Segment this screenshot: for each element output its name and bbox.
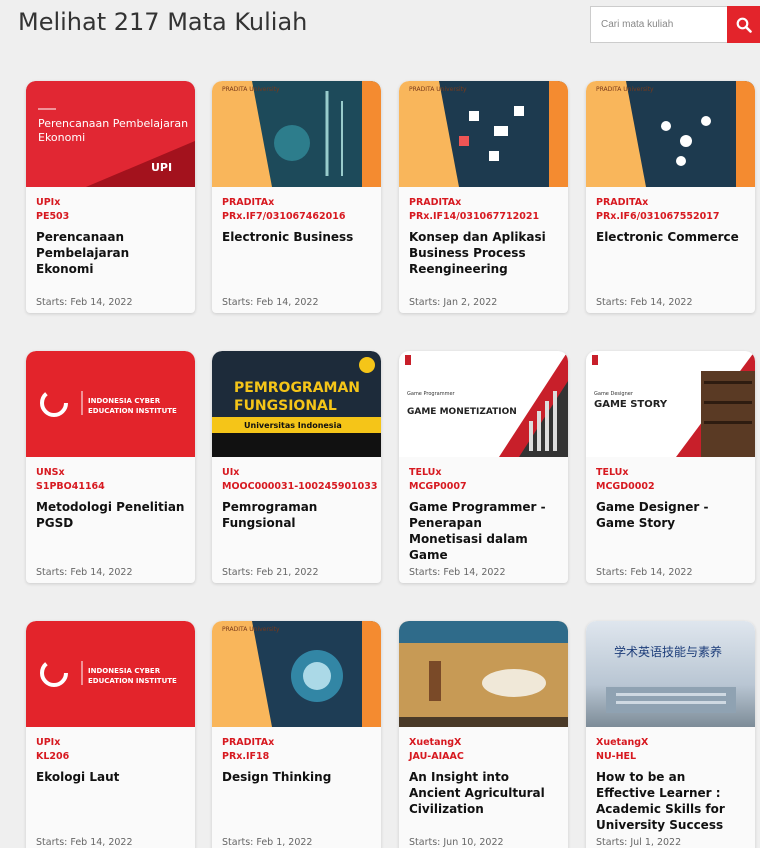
course-code: PRx.IF14/031067712021 [409,211,540,222]
thumbnail-small-text: Game Programmer [407,391,455,397]
pradita-logo: PRADITA University [222,86,280,93]
course-org: UNSx [36,467,65,478]
course-start-date: Starts: Jun 10, 2022 [409,837,504,848]
course-card[interactable]: Game Designer GAME STORY TELUx MCGD0002 … [586,351,755,583]
page-title: Melihat 217 Mata Kuliah [18,8,308,36]
course-code: PE503 [36,211,70,222]
course-org: PRADITAx [596,197,649,208]
course-thumbnail: Game Designer GAME STORY [586,351,755,457]
course-start-date: Starts: Jan 2, 2022 [409,297,498,308]
course-org: UIx [222,467,240,478]
course-card[interactable]: Perencanaan Pembelajaran Ekonomi UPI UPI… [26,81,195,313]
course-title[interactable]: Game Designer - Game Story [596,499,745,531]
course-thumbnail: INDONESIA CYBER EDUCATION INSTITUTE [26,621,195,727]
course-thumbnail: PRADITA University [212,81,381,187]
course-thumbnail [399,621,568,727]
course-start-date: Starts: Feb 21, 2022 [222,567,319,578]
course-org: TELUx [596,467,629,478]
course-thumbnail: 学术英语技能与素养 [586,621,755,727]
pradita-logo: PRADITA University [596,86,654,93]
course-title[interactable]: How to be an Effective Learner : Academi… [596,769,745,833]
course-card[interactable]: PEMROGRAMAN FUNGSIONAL Universitas Indon… [212,351,381,583]
course-code: MCGD0002 [596,481,655,492]
course-title[interactable]: Pemrograman Fungsional [222,499,371,531]
course-start-date: Starts: Jul 1, 2022 [596,837,682,848]
course-org: TELUx [409,467,442,478]
course-org: XuetangX [596,737,649,748]
course-title[interactable]: Electronic Commerce [596,229,745,245]
course-start-date: Starts: Feb 14, 2022 [222,297,319,308]
course-card[interactable]: PRADITA University PRADITAx PRx.IF18 Des… [212,621,381,848]
thumbnail-title: GAME STORY [594,399,668,410]
course-thumbnail: INDONESIA CYBER EDUCATION INSTITUTE [26,351,195,457]
course-title[interactable]: Ekologi Laut [36,769,185,785]
course-card[interactable]: PRADITA University PRADITAx PRx.IF7/0310… [212,81,381,313]
course-code: S1PBO41164 [36,481,105,492]
course-card[interactable]: XuetangX JAU-AIAAC An Insight into Ancie… [399,621,568,848]
course-title[interactable]: Electronic Business [222,229,371,245]
thumbnail-title: Perencanaan Pembelajaran Ekonomi [38,117,189,144]
course-title[interactable]: Game Programmer - Penerapan Monetisasi d… [409,499,558,563]
course-thumbnail: PRADITA University [212,621,381,727]
course-start-date: Starts: Feb 14, 2022 [409,567,506,578]
course-code: PRx.IF7/031067462016 [222,211,346,222]
course-card[interactable]: 学术英语技能与素养 XuetangX NU-HEL How to be an E… [586,621,755,848]
course-title[interactable]: Metodologi Penelitian PGSD [36,499,185,531]
pradita-logo: PRADITA University [222,626,280,633]
course-thumbnail: Perencanaan Pembelajaran Ekonomi UPI [26,81,195,187]
pradita-logo: PRADITA University [409,86,467,93]
header: Melihat 217 Mata Kuliah [0,0,760,50]
course-title[interactable]: Konsep dan Aplikasi Business Process Ree… [409,229,558,277]
course-card[interactable]: PRADITA University PRADITAx PRx.IF14/031… [399,81,568,313]
course-title[interactable]: Perencanaan Pembelajaran Ekonomi [36,229,185,277]
course-thumbnail: PEMROGRAMAN FUNGSIONAL Universitas Indon… [212,351,381,457]
course-thumbnail: Game Programmer GAME MONETIZATION [399,351,568,457]
course-code: NU-HEL [596,751,637,762]
course-code: MOOC000031-100245901033 [222,481,378,492]
course-title[interactable]: An Insight into Ancient Agricultural Civ… [409,769,558,817]
course-code: KL206 [36,751,70,762]
course-start-date: Starts: Feb 14, 2022 [596,567,693,578]
course-org: XuetangX [409,737,462,748]
thumbnail-small-text: Game Designer [594,391,633,397]
search-button[interactable] [727,6,760,43]
course-card[interactable]: INDONESIA CYBER EDUCATION INSTITUTE UPIx… [26,621,195,848]
search-icon [736,17,752,33]
course-org: PRADITAx [222,737,275,748]
course-start-date: Starts: Feb 14, 2022 [36,297,133,308]
course-code: MCGP0007 [409,481,467,492]
course-org: UPIx [36,737,61,748]
course-start-date: Starts: Feb 1, 2022 [222,837,313,848]
course-thumbnail: PRADITA University [586,81,755,187]
course-card[interactable]: INDONESIA CYBER EDUCATION INSTITUTE UNSx… [26,351,195,583]
course-org: PRADITAx [222,197,275,208]
thumbnail-title: GAME MONETIZATION [407,407,517,417]
thumbnail-title: 学术英语技能与素养 [614,645,723,659]
course-thumbnail: PRADITA University [399,81,568,187]
course-card[interactable]: PRADITA University PRADITAx PRx.IF6/0310… [586,81,755,313]
course-code: JAU-AIAAC [409,751,464,762]
course-code: PRx.IF18 [222,751,270,762]
course-org: UPIx [36,197,61,208]
course-card[interactable]: Game Programmer GAME MONETIZATION TELUx … [399,351,568,583]
course-title[interactable]: Design Thinking [222,769,371,785]
thumbnail-title: PEMROGRAMAN FUNGSIONAL [234,380,361,414]
search-input[interactable] [590,6,727,43]
course-org: PRADITAx [409,197,462,208]
thumbnail-subtitle: Universitas Indonesia [244,421,342,430]
course-start-date: Starts: Feb 14, 2022 [596,297,693,308]
course-start-date: Starts: Feb 14, 2022 [36,567,133,578]
upi-logo: UPI [151,161,173,174]
search-bar [590,6,760,43]
icei-logo: INDONESIA CYBER EDUCATION INSTITUTE [88,397,177,415]
icei-logo: INDONESIA CYBER EDUCATION INSTITUTE [88,667,177,685]
course-start-date: Starts: Feb 14, 2022 [36,837,133,848]
course-code: PRx.IF6/031067552017 [596,211,720,222]
